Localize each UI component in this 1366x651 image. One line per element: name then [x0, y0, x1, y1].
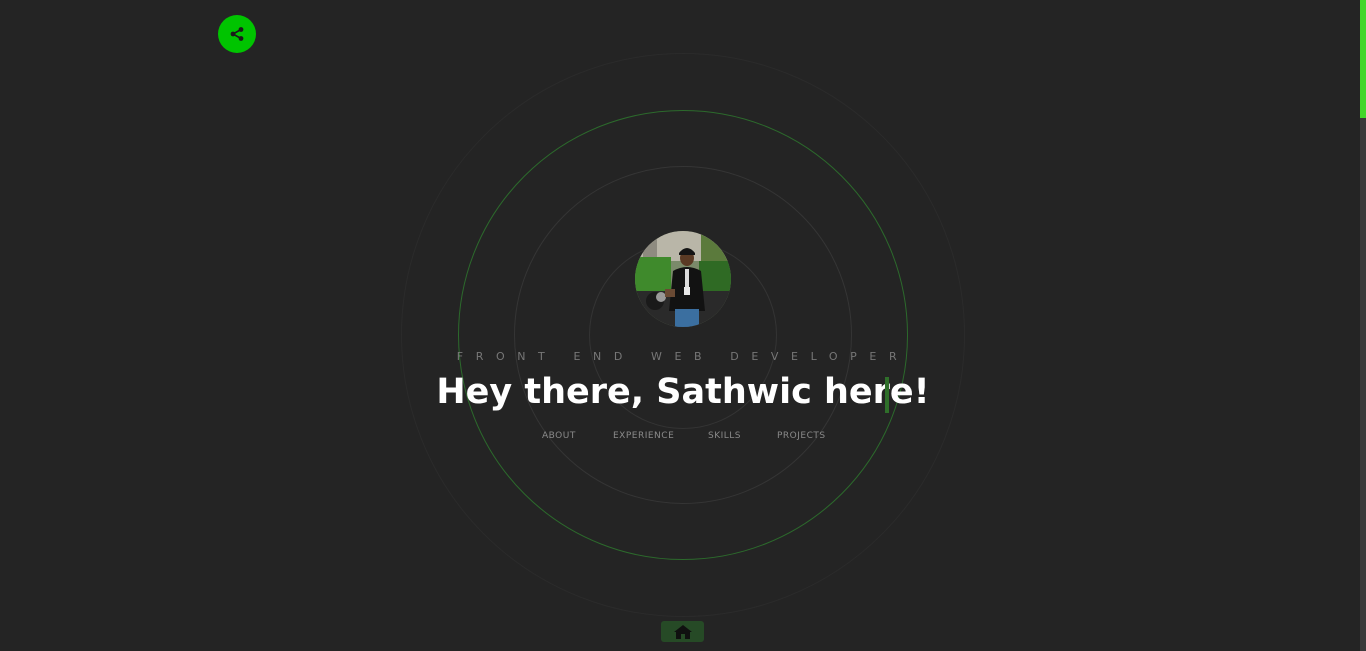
- hero-headline: Hey there, Sathwic here!: [436, 372, 930, 412]
- profile-photo: [635, 231, 731, 327]
- home-button[interactable]: [661, 621, 704, 642]
- share-button[interactable]: [218, 15, 256, 53]
- page: FRONT END WEB DEVELOPER Hey there, Sathw…: [0, 0, 1366, 651]
- nav-link-about[interactable]: ABOUT: [542, 431, 576, 441]
- page-scrollbar[interactable]: [1360, 0, 1366, 651]
- decorative-ring-accent: [458, 110, 908, 560]
- home-icon: [673, 624, 692, 639]
- decorative-ring-middle: [514, 166, 852, 504]
- decorative-ring-outer: [401, 53, 965, 617]
- share-icon: [230, 27, 244, 41]
- role-subtitle: FRONT END WEB DEVELOPER: [456, 350, 910, 363]
- nav-link-projects[interactable]: PROJECTS: [777, 431, 826, 441]
- nav-link-experience[interactable]: EXPERIENCE: [613, 431, 674, 441]
- typing-cursor: [885, 377, 889, 413]
- nav-link-skills[interactable]: SKILLS: [708, 431, 741, 441]
- scrollbar-thumb[interactable]: [1360, 0, 1366, 118]
